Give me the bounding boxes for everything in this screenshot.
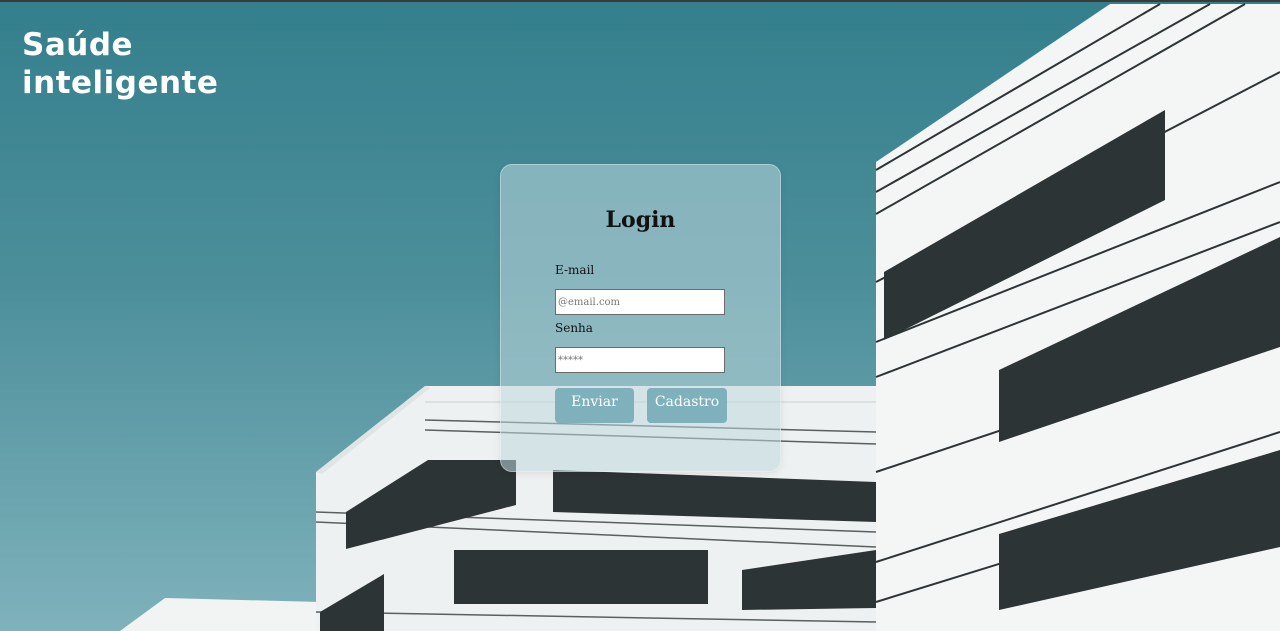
password-input[interactable] [555, 347, 725, 373]
password-label: Senha [555, 321, 593, 335]
logo-line2: inteligente [22, 65, 219, 101]
logo: Saúde inteligente [22, 26, 218, 102]
login-card: Login E-mail Senha Enviar Cadastro [500, 164, 781, 472]
logo-line1: Saúde [22, 27, 134, 63]
submit-button[interactable]: Enviar [555, 388, 634, 423]
login-title: Login [605, 207, 676, 233]
email-label: E-mail [555, 263, 595, 277]
email-input[interactable] [555, 289, 725, 315]
register-button[interactable]: Cadastro [647, 388, 727, 423]
